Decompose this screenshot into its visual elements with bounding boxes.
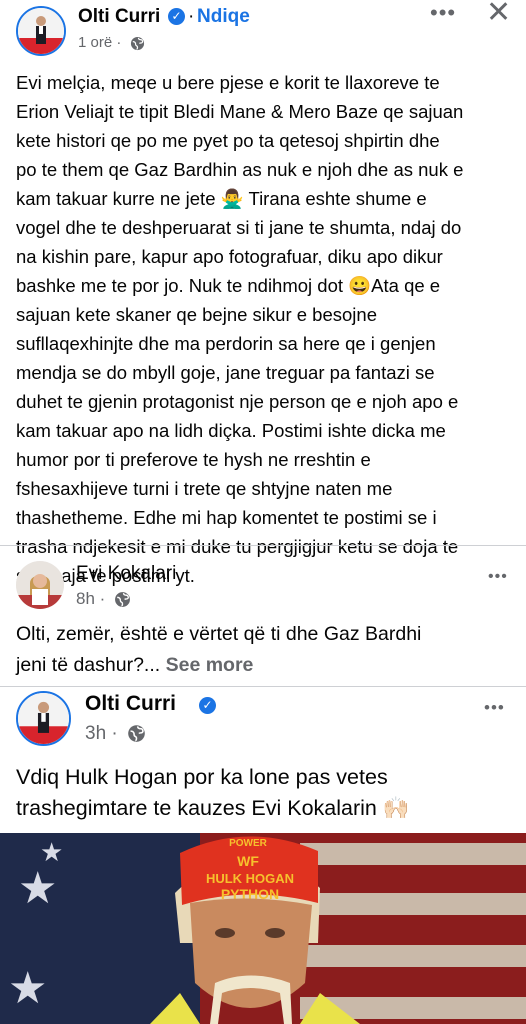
post-time: 3h ·	[85, 723, 118, 744]
post-timestamp[interactable]: 8h ·	[76, 589, 131, 609]
author-name[interactable]: Evi Kokalari	[76, 563, 176, 585]
hulk-hogan-photo: ★ ★ ★ POWER WF HULK HOGAN PYTHON	[0, 833, 526, 1024]
post-timestamp[interactable]: 3h ·	[85, 723, 146, 745]
close-icon[interactable]: ✕	[486, 0, 511, 28]
verified-badge-icon: ✓	[199, 697, 216, 714]
avatar[interactable]	[16, 6, 66, 56]
avatar[interactable]	[16, 561, 64, 609]
divider	[0, 686, 526, 687]
post-time: 8h ·	[76, 589, 106, 608]
post-header-1: Olti Curri ✓ · Ndiqe 1 orë · ••• ✕	[0, 0, 526, 62]
avatar-photo	[18, 8, 64, 54]
more-options-icon[interactable]: •••	[430, 2, 456, 24]
post-body: Vdiq Hulk Hogan por ka lone pas vetes tr…	[16, 765, 410, 820]
author-name[interactable]: Olti Curri	[85, 692, 176, 716]
name-separator: ·	[188, 6, 195, 27]
post-body: Olti, zemër, është e vërtet që ti dhe Ga…	[16, 619, 521, 681]
see-more-link[interactable]: See more	[166, 654, 254, 676]
headband-logo-text: WF	[237, 853, 259, 869]
more-options-icon[interactable]: •••	[484, 699, 505, 716]
post-body: Evi melçia, meqe u bere pjese e korit te…	[16, 72, 464, 586]
globe-icon	[130, 36, 144, 50]
headband-top-text: POWER	[229, 838, 268, 849]
avatar-photo	[18, 693, 69, 744]
svg-text:★: ★	[18, 863, 57, 914]
globe-icon	[128, 725, 145, 743]
post-image[interactable]: ★ ★ ★ POWER WF HULK HOGAN PYTHON	[0, 833, 526, 1024]
divider	[0, 545, 526, 546]
post-timestamp[interactable]: 1 orë ·	[78, 34, 145, 51]
svg-text:★: ★	[8, 963, 47, 1014]
follow-button[interactable]: Ndiqe	[197, 6, 250, 28]
author-name[interactable]: Olti Curri	[78, 6, 160, 28]
avatar-photo	[16, 561, 64, 609]
post-time: 1 orë ·	[78, 34, 122, 51]
globe-icon	[115, 592, 130, 607]
headband-main-text: HULK HOGAN	[206, 871, 294, 886]
svg-text:★: ★	[40, 838, 63, 868]
more-options-icon[interactable]: •••	[488, 569, 508, 585]
avatar[interactable]	[16, 691, 71, 746]
verified-badge-icon: ✓	[168, 8, 185, 25]
